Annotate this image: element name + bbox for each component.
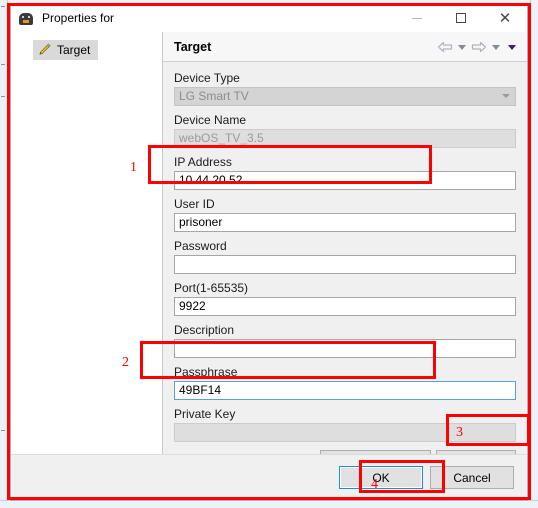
private-key-input [174, 423, 516, 442]
forward-history-chevron-down-icon[interactable] [492, 44, 500, 50]
port-input[interactable]: 9922 [174, 297, 516, 316]
backdrop-strip-bottom [0, 500, 538, 508]
chevron-down-icon [502, 94, 510, 98]
user-id-label: User ID [174, 197, 215, 211]
cancel-button[interactable]: Cancel [430, 466, 514, 489]
passphrase-label: Passphrase [174, 365, 238, 379]
back-arrow-button[interactable] [437, 37, 453, 57]
back-arrow-icon [437, 41, 453, 53]
port-label: Port(1-65535) [174, 281, 249, 295]
close-icon: ✕ [498, 9, 512, 27]
password-input[interactable] [174, 255, 516, 274]
settings-tree-sidebar: Target [11, 32, 163, 454]
forward-arrow-icon [471, 41, 487, 53]
forward-arrow-button[interactable] [471, 37, 487, 57]
user-id-input[interactable]: prisoner [174, 213, 516, 232]
back-history-chevron-down-icon[interactable] [458, 44, 466, 50]
app-icon [18, 10, 34, 26]
pencil-icon [36, 42, 52, 58]
sidebar-item-label: Target [57, 43, 91, 57]
maximize-icon [456, 13, 466, 23]
close-button[interactable]: ✕ [483, 4, 527, 32]
content-pane: Target Device Type LG Smart TV Device Na… [163, 32, 527, 454]
device-type-label: Device Type [174, 71, 240, 85]
device-type-combo[interactable]: LG Smart TV [174, 87, 516, 106]
minimize-button[interactable] [395, 4, 439, 32]
title-bar[interactable]: Properties for ✕ [11, 4, 527, 32]
window-title: Properties for [42, 11, 115, 25]
sidebar-item-target[interactable]: Target [33, 40, 99, 60]
properties-dialog: Properties for ✕ Target Target Device Ty… [10, 3, 528, 501]
private-key-label: Private Key [174, 407, 236, 421]
page-title: Target [174, 39, 212, 54]
maximize-button[interactable] [439, 4, 483, 32]
passphrase-input[interactable]: 49BF14 [174, 381, 516, 400]
nav-arrows [437, 32, 519, 62]
dialog-body: Target Target Device Type LG Smart TV De… [11, 32, 527, 454]
device-name-label: Device Name [174, 113, 247, 127]
description-label: Description [174, 323, 235, 337]
backdrop-strip-left [0, 0, 8, 508]
minimize-icon [412, 17, 422, 19]
password-label: Password [174, 239, 227, 253]
more-options-chevron-down-icon[interactable] [508, 44, 516, 50]
device-name-input: webOS_TV_3.5 [174, 129, 516, 148]
dialog-footer: OK Cancel [11, 454, 527, 500]
ok-button[interactable]: OK [339, 466, 423, 489]
content-header: Target [163, 32, 527, 62]
device-type-value: LG Smart TV [174, 87, 516, 106]
target-settings-form: Device Type LG Smart TV Device Name webO… [163, 62, 527, 454]
window-controls: ✕ [395, 4, 527, 32]
backdrop-strip-right [530, 0, 538, 508]
description-input[interactable] [174, 339, 516, 358]
ip-address-input[interactable]: 10.44.20.52 [174, 171, 516, 190]
ip-address-label: IP Address [174, 155, 232, 169]
